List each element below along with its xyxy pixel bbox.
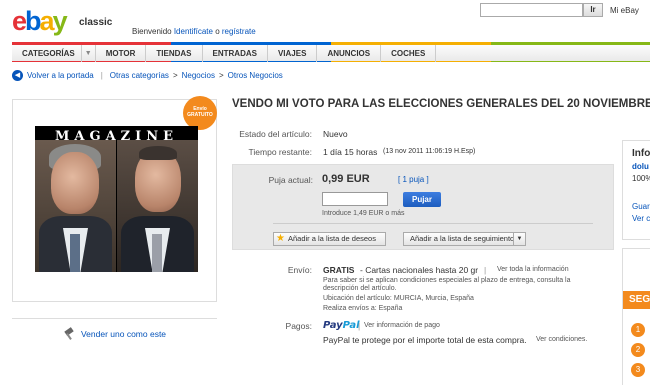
magazine-title: MAGAZINE bbox=[54, 129, 179, 144]
add-watchlist-button[interactable]: Añadir a la lista de seguimiento ▼ bbox=[403, 232, 526, 246]
signin-link[interactable]: Identifícate bbox=[174, 27, 213, 36]
portrait-left bbox=[35, 140, 116, 272]
free-shipping-badge: Envío GRATUITO bbox=[183, 96, 217, 130]
conditions-link[interactable]: Ver condiciones. bbox=[536, 336, 587, 343]
condition-row: Estado del artículo: Nuevo bbox=[239, 129, 348, 139]
logo-classic: classic bbox=[79, 17, 113, 28]
crumb-otros-negocios[interactable]: Otros Negocios bbox=[228, 71, 283, 80]
seller-feedback: 100% bbox=[632, 174, 650, 183]
item-title: VENDO MI VOTO PARA LAS ELECCIONES GENERA… bbox=[232, 98, 650, 110]
item-location: Ubicación del artículo: MURCIA, Murcia, … bbox=[323, 295, 474, 302]
nav-coches[interactable]: COCHES bbox=[381, 45, 437, 62]
star-icon: ★ bbox=[276, 233, 285, 244]
bid-box: Puja actual: 0,99 EUR [ 1 puja ] Pujar I… bbox=[232, 164, 614, 250]
payments-section: Pagos: PayPal | Ver información de pago … bbox=[285, 320, 588, 345]
back-arrow-icon[interactable]: ◀ bbox=[12, 70, 23, 81]
gavel-icon bbox=[63, 328, 75, 340]
add-wishlist-button[interactable]: ★ Añadir a la lista de deseos bbox=[273, 232, 386, 246]
see-seller-link[interactable]: Ver c bbox=[632, 214, 650, 223]
item-photo[interactable]: MAGAZINE bbox=[35, 126, 198, 272]
register-link[interactable]: regístrate bbox=[222, 27, 256, 36]
nav-tiendas[interactable]: TIENDAS bbox=[146, 45, 203, 62]
my-ebay-link[interactable]: Mi eBay bbox=[610, 6, 639, 15]
crumb-otras-categorias[interactable]: Otras categorías bbox=[110, 71, 169, 80]
back-home-link[interactable]: Volver a la portada bbox=[27, 71, 94, 80]
seller-name[interactable]: dolu bbox=[632, 162, 650, 171]
paypal-protect: PayPal te protege por el importe total d… bbox=[323, 335, 527, 345]
shipping-free: GRATIS bbox=[323, 265, 355, 275]
promo-panel: SEG 1 2 3 bbox=[622, 248, 650, 385]
portrait-right bbox=[117, 140, 198, 272]
nav-viajes[interactable]: VIAJES bbox=[268, 45, 318, 62]
ebay-logo[interactable]: ebay classic bbox=[12, 6, 132, 36]
sell-similar[interactable]: Vender uno como este bbox=[12, 318, 217, 340]
promo-step-3: 3 bbox=[631, 363, 645, 377]
nav-entradas[interactable]: ENTRADAS bbox=[203, 45, 268, 62]
time-remaining: 1 día 15 horas bbox=[323, 147, 378, 157]
condition-value: Nuevo bbox=[323, 129, 348, 139]
end-time: (13 nov 2011 11:06:19 H.Esp) bbox=[383, 148, 476, 155]
search-button[interactable]: Ir bbox=[583, 3, 603, 17]
nav-categorias[interactable]: CATEGORÍAS bbox=[12, 45, 82, 62]
bid-amount-input[interactable] bbox=[322, 192, 388, 206]
breadcrumb: ◀ Volver a la portada | Otras categorías… bbox=[12, 70, 283, 81]
crumb-negocios[interactable]: Negocios bbox=[182, 71, 215, 80]
promo-step-2: 2 bbox=[631, 343, 645, 357]
shipping-info-link[interactable]: Ver toda la información bbox=[497, 266, 569, 273]
sell-similar-link[interactable]: Vender uno como este bbox=[81, 329, 166, 339]
shipping-detail: - Cartas nacionales hasta 20 gr bbox=[360, 265, 479, 275]
shipping-section: Envío: GRATIS - Cartas nacionales hasta … bbox=[287, 265, 571, 312]
save-seller-link[interactable]: Guar bbox=[632, 202, 650, 211]
item-image-panel: Envío GRATUITO MAGAZINE bbox=[12, 96, 217, 302]
time-row: Tiempo restante: 1 día 15 horas (13 nov … bbox=[248, 147, 476, 157]
nav-motor[interactable]: MOTOR bbox=[96, 45, 147, 62]
seller-info-panel: Info dolu 100% Guar Ver c bbox=[622, 140, 650, 240]
promo-step-1: 1 bbox=[631, 323, 645, 337]
chevron-down-icon[interactable]: ▼ bbox=[513, 233, 525, 245]
chevron-down-icon[interactable]: ▼ bbox=[82, 45, 96, 62]
payment-info-link[interactable]: Ver información de pago bbox=[364, 322, 440, 329]
paypal-logo: PayPal bbox=[323, 320, 360, 331]
current-price: 0,99 EUR bbox=[322, 173, 370, 185]
bids-link[interactable]: [ 1 puja ] bbox=[398, 175, 429, 184]
bid-hint: Introduce 1,49 EUR o más bbox=[322, 210, 405, 217]
promo-stripe: SEG bbox=[623, 291, 650, 309]
nav-anuncios[interactable]: ANUNCIOS bbox=[317, 45, 382, 62]
ships-to: Realiza envíos a: España bbox=[323, 305, 403, 312]
welcome-text: Bienvenido Identifícate o regístrate bbox=[132, 27, 256, 36]
bid-button[interactable]: Pujar bbox=[403, 192, 441, 207]
main-nav: CATEGORÍAS ▼ MOTOR TIENDAS ENTRADAS VIAJ… bbox=[12, 42, 650, 62]
search-input[interactable] bbox=[480, 3, 583, 17]
seller-info-header: Info bbox=[632, 148, 650, 159]
